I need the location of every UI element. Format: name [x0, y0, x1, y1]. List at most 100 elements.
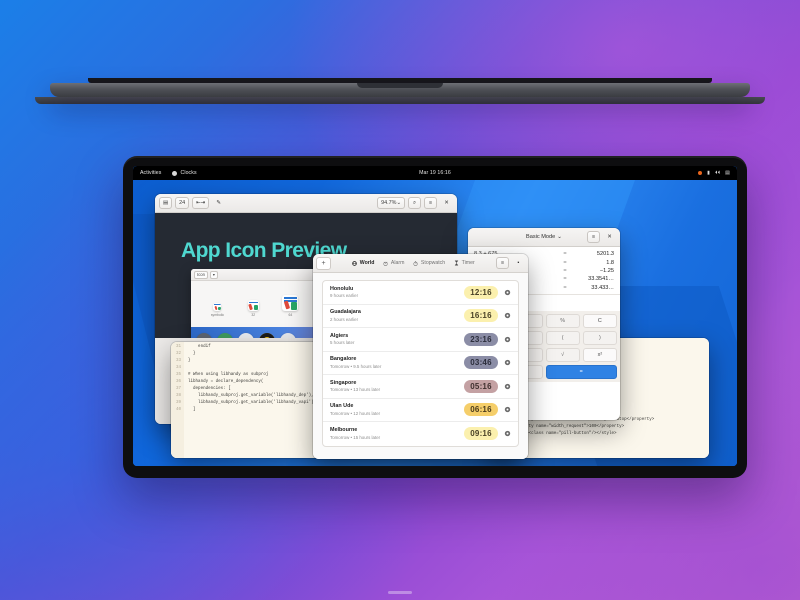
clock-time-badge: 16:16 [464, 309, 498, 323]
clock-city: Ulan Ude [330, 403, 354, 410]
tab-alarm-label: Alarm [390, 260, 405, 266]
history-value: −1.25 [599, 267, 614, 274]
clocks-window[interactable]: + World Alarm Stopwatch Timer ≡ ▪ Honolu… [313, 254, 528, 459]
gear-icon[interactable] [504, 406, 511, 413]
calculator-headerbar: Basic Mode ⌄ ≡ ✕ [468, 228, 620, 247]
clock-row-text: Singapore Tomorrow • 13 hours later [330, 380, 458, 393]
clock-offset: Tomorrow • 9.5 hours later [330, 363, 382, 369]
zoom-level-button[interactable]: 94.7% ⌄ [377, 197, 405, 209]
clock-offset: 2 hours earlier [330, 316, 359, 322]
close-icon[interactable]: ✕ [440, 197, 453, 209]
more-options-icon[interactable]: ▪ [512, 257, 525, 269]
history-value: 1.8 [606, 259, 614, 266]
sidebar-toggle-button[interactable]: ▤ [159, 197, 173, 209]
gear-icon[interactable] [504, 336, 511, 343]
menu-icon[interactable]: ≡ [587, 231, 600, 243]
network-icon: ⏴⏴ [714, 170, 721, 176]
clock-row[interactable]: Singapore Tomorrow • 13 hours later 05:16 [323, 375, 518, 399]
add-clock-button[interactable]: + [316, 256, 331, 270]
tab-stopwatch[interactable]: Stopwatch [413, 260, 445, 266]
gear-icon[interactable] [504, 289, 511, 296]
menu-icon[interactable]: ≡ [496, 257, 509, 269]
laptop-foot [35, 97, 765, 104]
clock-time-badge: 12:16 [464, 285, 498, 299]
clock-time-badge: 06:16 [464, 403, 498, 417]
calculator-key[interactable]: √ [545, 347, 580, 362]
gnome-top-bar: Activities Clocks Mar 19 16:16 ▮ ⏴⏴ ▤ [133, 166, 737, 180]
clock-row[interactable]: Melbourne Tomorrow • 15 hours later 09:16 [323, 422, 518, 446]
calculator-equals-button[interactable]: = [545, 364, 617, 379]
clock-offset: 9 hours earlier [330, 293, 359, 299]
navigation-button[interactable]: ⇤⇥ [192, 197, 210, 209]
system-status-area[interactable]: ▮ ⏴⏴ ▤ [698, 170, 730, 176]
clock-row-text: Guadalajara 2 hours earlier [330, 309, 458, 322]
zoom-level-value: 94.7% [381, 200, 397, 206]
record-indicator-icon [698, 171, 703, 175]
clock-row[interactable]: Bangalore Tomorrow • 9.5 hours later 03:46 [323, 352, 518, 375]
globe-icon [352, 260, 358, 266]
clock-row[interactable]: Honolulu 9 hours earlier 12:16 [323, 281, 518, 305]
watermark [388, 591, 412, 594]
battery-icon: ▤ [725, 170, 730, 176]
calculator-key[interactable]: ) [582, 330, 617, 345]
clock-time-badge: 09:16 [464, 427, 498, 441]
menu-icon[interactable]: ≡ [424, 197, 437, 209]
volume-icon: ▮ [707, 170, 710, 176]
clocks-tabs[interactable]: World Alarm Stopwatch Timer [334, 260, 493, 266]
alarm-icon [383, 261, 388, 266]
clock-row[interactable]: Guadalajara 2 hours earlier 16:16 [323, 305, 518, 328]
icon-size-label: 32 [251, 313, 256, 317]
clock-time-badge: 03:46 [464, 356, 498, 370]
world-clock-list[interactable]: Honolulu 9 hours earlier 12:16 Guadalajara 2… [322, 280, 519, 447]
tab-stopwatch-label: Stopwatch [420, 260, 446, 266]
gear-icon[interactable] [504, 312, 511, 319]
tab-world[interactable]: World [352, 260, 374, 266]
history-value: 5201.3 [596, 251, 614, 258]
gear-icon[interactable] [504, 383, 511, 390]
icon-preview-item: 64 [282, 295, 299, 317]
embedded-view-chip[interactable]: Icon [194, 270, 208, 279]
tab-timer[interactable]: Timer [454, 260, 475, 266]
calculator-key[interactable]: x² [582, 347, 617, 362]
clock-time-badge: 05:16 [464, 379, 498, 393]
tab-alarm[interactable]: Alarm [383, 260, 404, 266]
laptop-mockup: Activities Clocks Mar 19 16:16 ▮ ⏴⏴ ▤ ▤ … [35, 78, 765, 478]
clock-row[interactable]: Algiers 5 hours later 23:16 [323, 328, 518, 352]
embedded-caret-icon[interactable]: ▾ [209, 270, 219, 279]
embedded-view-label: Icon [197, 272, 205, 277]
gear-icon[interactable] [504, 430, 511, 437]
clock-city: Guadalajara [330, 309, 361, 316]
clock-offset: Tomorrow • 12 hours later [330, 410, 381, 416]
stopwatch-icon [413, 260, 418, 266]
clock-offset: Tomorrow • 13 hours later [330, 387, 381, 393]
calculator-key[interactable]: ( [545, 330, 580, 345]
calculator-key[interactable]: C [582, 313, 617, 328]
clock-row-text: Algiers 5 hours later [330, 333, 458, 346]
history-value: 33.433… [591, 284, 614, 291]
clock-time-badge: 23:16 [464, 332, 498, 346]
clock-row-text: Ulan Ude Tomorrow • 12 hours later [330, 403, 458, 416]
search-icon[interactable]: ⌕ [408, 197, 421, 209]
calculator-mode-label: Basic Mode [526, 234, 556, 240]
clock-city: Algiers [330, 332, 349, 339]
line-number-gutter: 31 32 33 34 35 36 37 38 39 40 [171, 342, 184, 458]
history-value: 33.3541… [588, 276, 614, 283]
clock-row-text: Melbourne Tomorrow • 15 hours later [330, 427, 458, 440]
page-number-button[interactable]: 24 [175, 197, 190, 209]
calculator-mode-button[interactable]: Basic Mode ⌄ [526, 234, 562, 240]
clock-menu-button[interactable]: Mar 19 16:16 [133, 170, 737, 176]
history-equals: = [563, 259, 567, 266]
calculator-key[interactable]: % [545, 313, 580, 328]
clock-city: Bangalore [330, 356, 357, 363]
slides-headerbar: ▤ 24 ⇤⇥ ✎ 94.7% ⌄ ⌕ ≡ ✕ [155, 194, 457, 213]
icon-size-label: symbolic [210, 313, 225, 317]
clock-row[interactable]: Ulan Ude Tomorrow • 12 hours later 06:16 [323, 399, 518, 422]
icon-size-label: 64 [288, 313, 293, 317]
close-icon[interactable]: ✕ [603, 231, 616, 243]
annotate-pen-icon[interactable]: ✎ [212, 197, 225, 209]
laptop-base [50, 83, 750, 97]
gear-icon[interactable] [504, 359, 511, 366]
clock-city: Honolulu [330, 285, 354, 292]
chevron-down-icon: ⌄ [396, 200, 401, 206]
clock-offset: Tomorrow • 15 hours later [330, 434, 381, 440]
